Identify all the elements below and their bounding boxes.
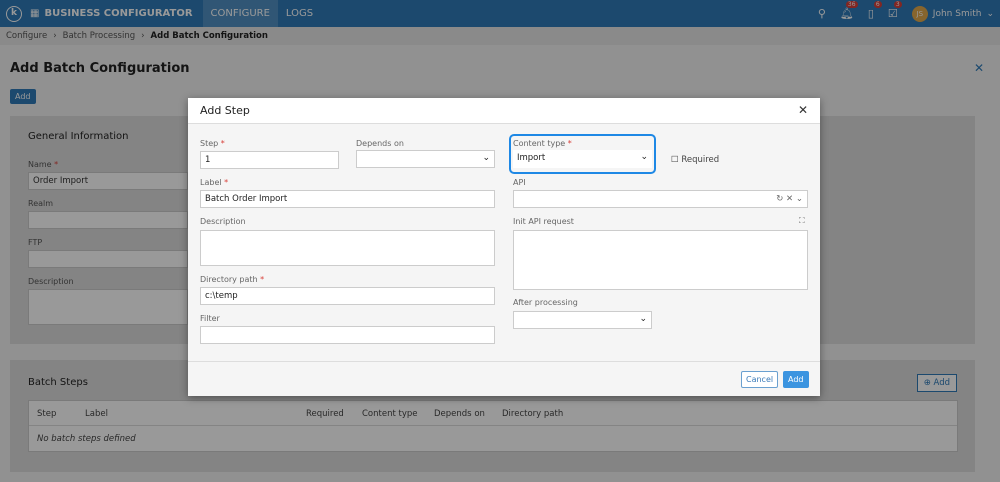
close-icon[interactable]: ✕ [798,103,808,117]
label-input[interactable]: Batch Order Import [200,190,495,208]
init-api-editor[interactable] [513,230,808,290]
dialog-title: Add Step [188,98,820,124]
directory-input[interactable]: c:\temp [200,287,495,305]
filter-label: Filter [200,314,220,323]
description-label: Description [200,217,246,226]
add-step-dialog: Add Step ✕ Step * 1 Depends on ⌄ Content… [188,98,820,396]
dialog-footer-divider [188,361,820,362]
api-label: API [513,178,526,187]
content-type-select[interactable]: Import ⌄ [513,150,652,168]
required-checkbox[interactable]: ☐ Required [671,155,719,165]
after-processing-label: After processing [513,298,578,307]
step-input[interactable]: 1 [200,151,339,169]
chevron-down-icon: ⌄ [482,153,490,163]
content-type-label: Content type * [513,139,572,148]
filter-input[interactable] [200,326,495,344]
cancel-button[interactable]: Cancel [741,371,779,388]
api-controls: ↻ ✕ ⌄ [776,194,803,204]
init-api-label: Init API request [513,217,574,226]
expand-icon[interactable]: ⛶ [799,216,805,226]
chevron-down-icon: ⌄ [640,152,648,162]
directory-label: Directory path * [200,275,265,284]
clear-icon[interactable]: ✕ [786,194,793,204]
api-select[interactable]: ↻ ✕ ⌄ [513,190,808,208]
depends-on-select[interactable]: ⌄ [356,150,495,168]
depends-label: Depends on [356,139,404,148]
description-textarea[interactable] [200,230,495,266]
chevron-down-icon[interactable]: ⌄ [796,194,803,204]
after-processing-select[interactable]: ⌄ [513,311,652,329]
label-label: Label * [200,178,229,187]
step-label: Step * [200,139,225,148]
refresh-icon[interactable]: ↻ [776,194,783,204]
add-button[interactable]: Add [783,371,809,388]
chevron-down-icon: ⌄ [639,314,647,324]
